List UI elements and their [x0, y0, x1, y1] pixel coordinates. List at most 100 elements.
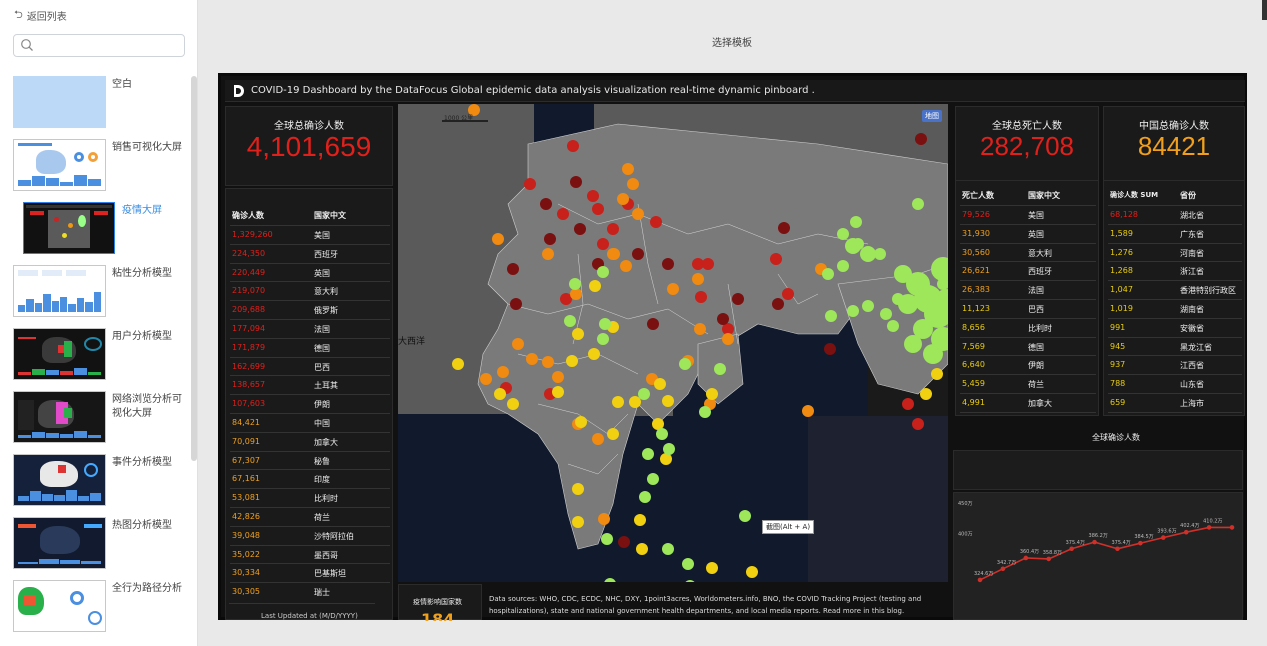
table-row: 31,930 英国	[960, 223, 1096, 243]
cell-value: 30,334	[232, 568, 260, 578]
cell-value: 30,305	[232, 587, 260, 597]
cell-value: 31,930	[962, 228, 990, 238]
template-name: 网络浏览分析可视化大屏	[112, 394, 182, 419]
global-confirmed-panel: 全球总确诊人数 4,101,659	[225, 106, 393, 186]
table-row: 30,305 瑞士	[230, 582, 390, 601]
cell-name: 中国	[314, 419, 330, 428]
cell-value: 68,128	[1110, 210, 1138, 219]
cell-value: 53,081	[232, 493, 260, 503]
data-point	[1229, 525, 1235, 530]
template-thumbnail	[13, 76, 106, 128]
deaths-table-panel: 死亡人数 国家中文 79,526 美国 31,930 英国 30,560 意大利 26,62…	[955, 180, 1099, 416]
data-label: 360.4万	[1020, 549, 1039, 555]
data-point	[1092, 539, 1097, 545]
template-name: 销售可视化大屏	[112, 142, 182, 153]
screenshot-tooltip: 截图(Alt + A)	[762, 520, 815, 534]
col-header-country: 国家中文	[1028, 191, 1060, 200]
back-to-list-button[interactable]: ⮌ 返回列表	[14, 6, 67, 25]
cell-name: 意大利	[314, 287, 338, 297]
last-updated-text: Last Updated at (M/D/YYYY)	[261, 612, 358, 620]
cell-name: 巴西	[314, 362, 330, 372]
data-point	[1115, 546, 1120, 552]
template-item-path[interactable]: 全行为路径分析	[0, 576, 190, 632]
cell-value: 991	[1110, 322, 1126, 332]
table-row: 107,603 伊朗	[230, 394, 390, 413]
y-tick-label: 450万	[958, 501, 973, 507]
template-item-web-browsing[interactable]: 网络浏览分析可视化大屏	[0, 387, 190, 443]
table-row: 30,334 巴基斯坦	[230, 563, 390, 582]
world-map[interactable]: 1000 公里 地图 大西洋 印 截图(Alt + A)	[398, 104, 948, 582]
table-row: 79,526 美国	[960, 205, 1096, 224]
cell-value: 788	[1110, 379, 1126, 389]
cell-value: 945	[1110, 341, 1126, 351]
template-item-user[interactable]: 用户分析模型	[0, 324, 190, 380]
table-row: 53,081 比利时	[230, 488, 390, 507]
template-sidebar: ⮌ 返回列表 空白 销售可视化大屏 疫情大屏 粘性分析模型 用户分析模型 网络浏…	[0, 0, 198, 646]
table-row: 1,329,260 美国	[230, 225, 390, 244]
cell-name: 香港特别行政区	[1180, 286, 1236, 296]
search-box[interactable]	[13, 34, 185, 57]
affected-value: 184	[421, 611, 455, 621]
template-item-event[interactable]: 事件分析模型	[0, 450, 190, 506]
global-confirmed-value: 4,101,659	[246, 131, 372, 162]
template-item-sales[interactable]: 销售可视化大屏	[0, 135, 190, 191]
cell-value: 162,699	[232, 361, 266, 371]
cell-value: 84,421	[232, 418, 260, 427]
global-deaths-title: 全球总死亡人数	[992, 121, 1062, 132]
cell-value: 1,019	[1110, 304, 1133, 313]
template-item-blank[interactable]: 空白	[0, 72, 190, 128]
cell-value: 659	[1110, 398, 1126, 407]
cell-value: 1,268	[1110, 266, 1133, 276]
cell-name: 西班牙	[1028, 267, 1052, 277]
y-tick-label: 400万	[958, 532, 973, 538]
table-row: 30,560 意大利	[960, 242, 1096, 262]
cell-name: 巴基斯坦	[314, 569, 346, 579]
template-item-stickiness[interactable]: 粘性分析模型	[0, 261, 190, 317]
table-header: 确诊人数 SUM 省份	[1108, 185, 1242, 205]
template-item-epidemic[interactable]: 疫情大屏	[0, 198, 190, 254]
table-row: 7,569 德国	[960, 336, 1096, 356]
affected-title: 疫情影响国家数	[413, 598, 462, 606]
table-row: 67,307 秘鲁	[230, 450, 390, 470]
table-row: 788 山东省	[1108, 374, 1242, 393]
cell-name: 广东省	[1180, 229, 1204, 239]
cell-value: 26,621	[962, 266, 990, 276]
sidebar-scrollbar[interactable]	[191, 76, 197, 461]
table-row: 177,094 法国	[230, 319, 390, 338]
template-name: 疫情大屏	[122, 205, 162, 216]
cell-name: 德国	[314, 343, 330, 353]
map-tag[interactable]: 地图	[922, 110, 942, 122]
cell-name: 秘鲁	[314, 456, 330, 466]
col-header-confirmed: 确诊人数	[232, 211, 264, 220]
cell-name: 湖北省	[1180, 211, 1204, 220]
cell-value: 209,688	[232, 305, 266, 315]
template-item-heatmap[interactable]: 热图分析模型	[0, 513, 190, 569]
cell-value: 138,657	[232, 380, 266, 390]
cell-name: 伊朗	[314, 400, 330, 410]
data-label: 375.4万	[1066, 540, 1085, 546]
china-confirmed-panel: 中国总确诊人数 84421	[1103, 106, 1245, 186]
col-header-confirmed-sum: 确诊人数 SUM	[1110, 191, 1159, 199]
affected-countries-panel: 疫情影响国家数 184	[398, 584, 482, 621]
dashboard-preview[interactable]: COVID-19 Dashboard by the DataFocus Glob…	[218, 73, 1247, 621]
search-input[interactable]	[38, 37, 178, 54]
cell-value: 4,991	[962, 398, 985, 407]
cell-value: 42,826	[232, 512, 260, 521]
data-sources-text: Data sources: WHO, CDC, ECDC, NHC, DXY, …	[489, 595, 922, 615]
cell-value: 11,123	[962, 304, 990, 313]
table-row: 4,991 加拿大	[960, 393, 1096, 412]
confirmed-table: 确诊人数 国家中文 1,329,260 美国 224,350 西班牙 220,449 英国…	[230, 205, 390, 605]
template-thumbnail	[23, 202, 115, 254]
cell-name: 上海市	[1180, 399, 1204, 408]
cell-name: 湖南省	[1180, 305, 1204, 314]
table-row: 4,643中国	[960, 411, 1096, 413]
cell-name: 英国	[1028, 229, 1044, 239]
table-row: 653江苏省	[1108, 411, 1242, 413]
template-name: 全行为路径分析	[112, 583, 182, 594]
table-row: 1,268 浙江省	[1108, 261, 1242, 280]
cell-value: 1,329,260	[232, 230, 273, 239]
table-row: 937 江西省	[1108, 355, 1242, 374]
cell-value: 30,560	[962, 247, 990, 257]
template-thumbnail	[13, 580, 106, 632]
deaths-table: 死亡人数 国家中文 79,526 美国 31,930 英国 30,560 意大利 26,62…	[960, 185, 1096, 413]
